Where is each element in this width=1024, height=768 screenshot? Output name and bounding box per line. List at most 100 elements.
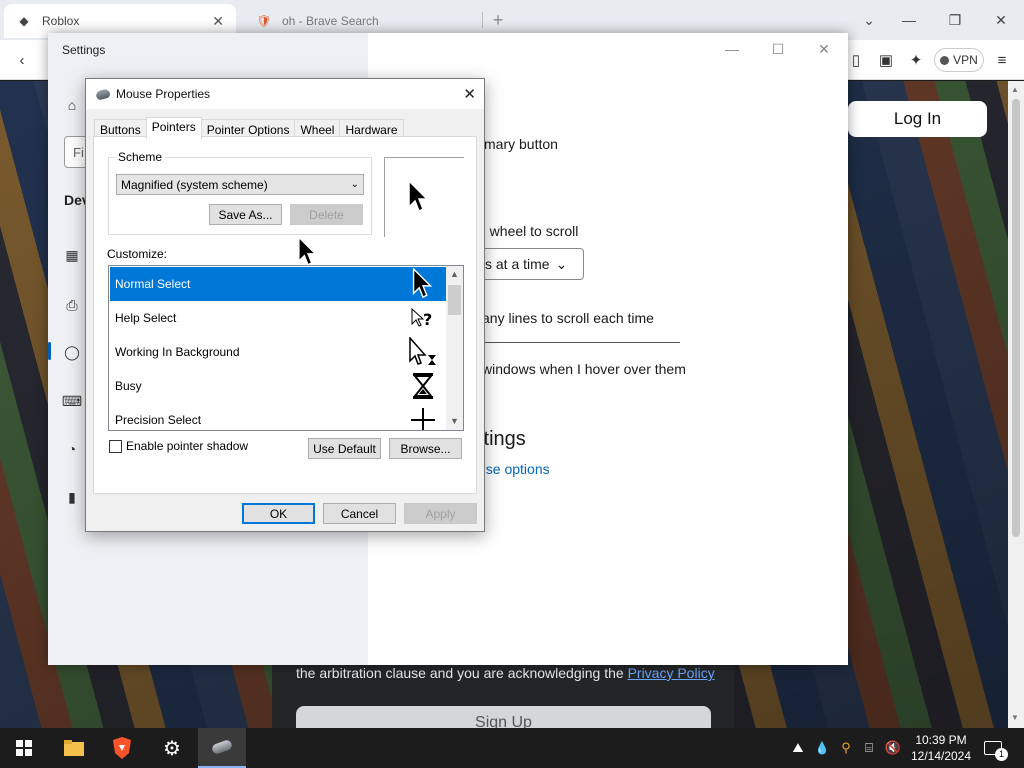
scroll-up-icon[interactable]: ▲ bbox=[450, 269, 459, 279]
lines-slider[interactable] bbox=[478, 342, 680, 343]
scroll-setting-label: e wheel to scroll bbox=[478, 223, 579, 239]
leo-ai-icon[interactable]: ✦ bbox=[904, 48, 928, 72]
ok-button[interactable]: OK bbox=[242, 503, 315, 524]
devices-icon[interactable]: ▦ bbox=[62, 245, 82, 265]
list-scrollbar-thumb[interactable] bbox=[448, 285, 461, 315]
back-icon[interactable]: ‹ bbox=[10, 48, 34, 72]
chevron-down-icon: ⌄ bbox=[555, 255, 568, 272]
crosshair-cursor-icon bbox=[406, 404, 440, 430]
mouse-properties-taskbar-icon[interactable] bbox=[198, 728, 246, 768]
checkbox-label: Enable pointer shadow bbox=[126, 439, 249, 453]
pointer-label: Normal Select bbox=[115, 277, 191, 291]
dialog-titlebar[interactable]: Mouse Properties bbox=[86, 79, 484, 109]
scrollbar-thumb[interactable] bbox=[1012, 99, 1020, 537]
tab-pointers[interactable]: Pointers bbox=[145, 117, 202, 139]
search-key-icon[interactable]: ⚲ bbox=[836, 728, 856, 768]
use-default-button[interactable]: Use Default bbox=[308, 438, 381, 459]
checkbox-box[interactable] bbox=[109, 439, 122, 453]
dialog-title: Mouse Properties bbox=[116, 87, 211, 101]
legal-text: the arbitration clause and you are ackno… bbox=[296, 665, 715, 681]
save-as-button[interactable]: Save As... bbox=[209, 204, 282, 225]
list-scrollbar[interactable]: ▲ ▼ bbox=[446, 266, 463, 430]
pointer-label: Working In Background bbox=[115, 345, 240, 359]
scroll-up-icon[interactable]: ▲ bbox=[1011, 85, 1019, 94]
scroll-down-icon[interactable]: ▼ bbox=[1011, 713, 1019, 722]
printer-icon[interactable]: ⎙ bbox=[62, 295, 82, 315]
droplet-icon[interactable]: 💧 bbox=[812, 728, 832, 768]
brave-favicon-icon: 🛡 bbox=[256, 14, 272, 28]
notifications-icon[interactable]: 1 bbox=[978, 728, 1008, 768]
list-item[interactable]: Precision Select bbox=[110, 403, 446, 430]
list-item[interactable]: Working In Background bbox=[110, 335, 446, 369]
settings-maximize-icon[interactable]: ☐ bbox=[758, 37, 798, 61]
home-icon[interactable]: ⌂ bbox=[62, 95, 82, 115]
scroll-down-icon[interactable]: ▼ bbox=[450, 416, 459, 426]
inactive-scroll-label: windows when I hover over them bbox=[482, 361, 686, 377]
scroll-lines-dropdown[interactable]: s at a time ⌄ bbox=[478, 248, 584, 280]
settings-minimize-icon[interactable]: — bbox=[712, 37, 752, 61]
mouse-icon bbox=[95, 87, 111, 101]
cancel-button[interactable]: Cancel bbox=[323, 503, 396, 524]
mouse-properties-dialog: Mouse Properties ✕ Buttons Pointers Poin… bbox=[85, 78, 485, 532]
tab-title: oh - Brave Search bbox=[282, 14, 379, 28]
pointer-shadow-checkbox[interactable]: Enable pointer shadow bbox=[109, 439, 248, 453]
scheme-value: Magnified (system scheme) bbox=[121, 177, 268, 192]
volume-muted-icon[interactable]: 🔇 bbox=[882, 728, 904, 768]
legal-sentence: the arbitration clause and you are ackno… bbox=[296, 665, 628, 681]
notification-count: 1 bbox=[995, 748, 1008, 761]
keyboard-icon[interactable]: ⌨ bbox=[62, 391, 82, 411]
nav-selection-indicator bbox=[48, 342, 51, 360]
additional-mouse-options-link[interactable]: use options bbox=[478, 461, 550, 477]
brave-browser-icon[interactable] bbox=[100, 728, 144, 768]
svg-text:?: ? bbox=[423, 310, 432, 329]
privacy-policy-link[interactable]: Privacy Policy bbox=[628, 665, 715, 681]
settings-close-icon[interactable]: ✕ bbox=[804, 37, 844, 61]
mouse-icon[interactable]: ◯ bbox=[62, 342, 82, 362]
customize-label: Customize: bbox=[107, 247, 168, 261]
clock[interactable]: 10:39 PM 12/14/2024 bbox=[908, 732, 974, 764]
file-explorer-icon[interactable] bbox=[52, 728, 96, 768]
usb-icon[interactable]: ▮ bbox=[62, 487, 82, 507]
network-icon[interactable]: ⌸ bbox=[858, 728, 880, 768]
tab-list-chevron-icon[interactable]: ⌄ bbox=[854, 6, 884, 34]
autoplay-icon[interactable]: ◔ bbox=[62, 439, 82, 459]
pointer-label: Precision Select bbox=[115, 413, 202, 427]
mouse-icon bbox=[210, 738, 234, 756]
close-window-icon[interactable]: ✕ bbox=[986, 6, 1016, 34]
dialog-close-icon[interactable]: ✕ bbox=[463, 85, 476, 103]
browse-button[interactable]: Browse... bbox=[389, 438, 462, 459]
tab-title: Roblox bbox=[42, 14, 80, 28]
list-item[interactable]: Busy bbox=[110, 369, 446, 403]
lines-per-scroll-label: any lines to scroll each time bbox=[482, 310, 654, 326]
menu-icon[interactable]: ≡ bbox=[990, 48, 1014, 72]
delete-button[interactable]: Delete bbox=[290, 204, 363, 225]
list-item[interactable]: Normal Select bbox=[110, 267, 446, 301]
wallet-icon[interactable]: ▣ bbox=[874, 48, 898, 72]
dialog-tabs: Buttons Pointers Pointer Options Wheel H… bbox=[94, 117, 404, 139]
page-scrollbar[interactable]: ▲ ▼ bbox=[1008, 81, 1024, 728]
clock-time: 10:39 PM bbox=[915, 733, 967, 747]
list-item[interactable]: Help Select ? bbox=[110, 301, 446, 335]
settings-gear-icon[interactable]: ⚙ bbox=[150, 728, 194, 768]
settings-title: Settings bbox=[62, 43, 106, 57]
scheme-select[interactable]: Magnified (system scheme) ⌄ bbox=[116, 174, 364, 195]
minimize-icon[interactable]: — bbox=[894, 6, 924, 34]
vpn-button[interactable]: VPN bbox=[934, 48, 984, 72]
new-tab-icon[interactable]: + bbox=[486, 8, 510, 32]
login-button[interactable]: Log In bbox=[848, 101, 987, 137]
pointer-list[interactable]: Normal Select Help Select ? Working In B… bbox=[108, 265, 464, 431]
pointers-tab-panel: Scheme Magnified (system scheme) ⌄ Save … bbox=[93, 136, 477, 494]
network-people-icon[interactable]: ⛰ bbox=[786, 728, 810, 768]
cursor-preview bbox=[384, 157, 464, 237]
restore-icon[interactable]: ❐ bbox=[940, 6, 970, 34]
pointer-label: Busy bbox=[115, 379, 142, 393]
help-cursor-icon: ? bbox=[406, 302, 440, 334]
primary-button-label: mary button bbox=[484, 136, 558, 152]
apply-button[interactable]: Apply bbox=[404, 503, 477, 524]
close-tab-icon[interactable]: ✕ bbox=[212, 13, 224, 30]
start-button[interactable] bbox=[0, 728, 48, 768]
hourglass-cursor-icon bbox=[406, 370, 440, 402]
roblox-favicon-icon: ◆ bbox=[19, 14, 29, 28]
arrow-cursor-icon bbox=[406, 268, 440, 300]
related-settings-heading: ttings bbox=[478, 428, 526, 450]
